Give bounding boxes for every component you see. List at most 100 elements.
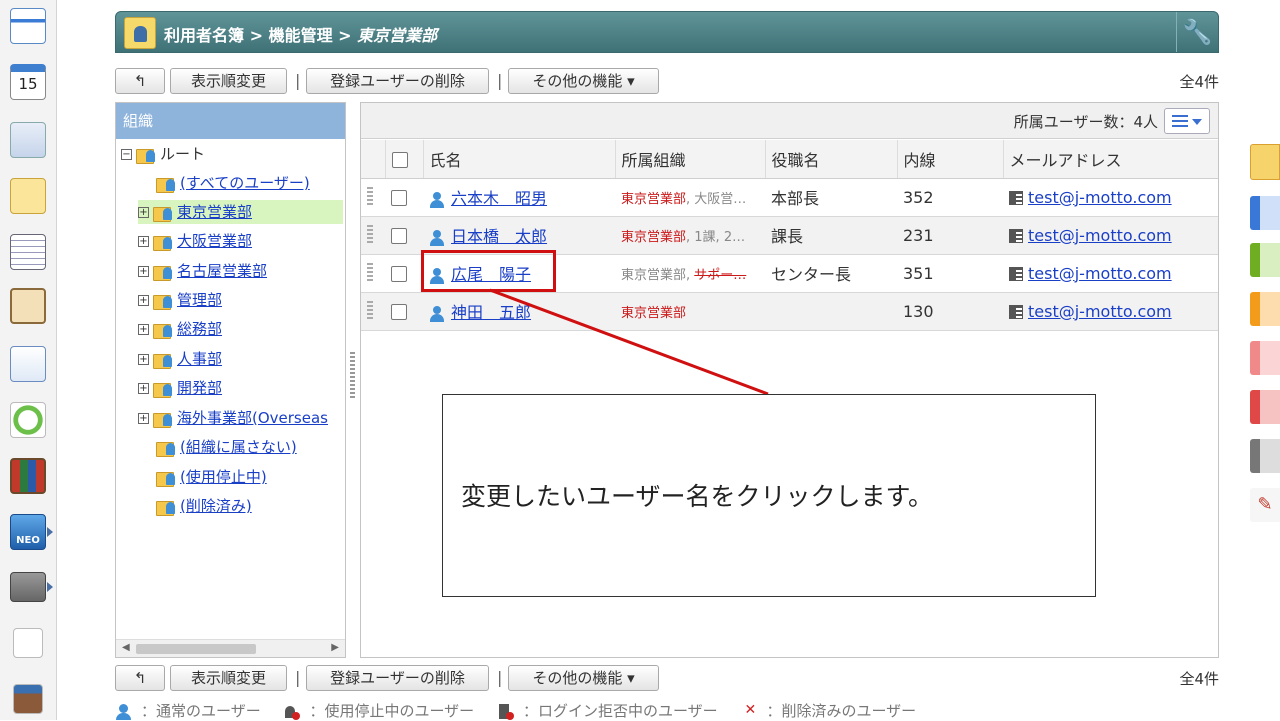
scroll-left-icon[interactable]: ◀: [122, 642, 130, 653]
pane-splitter[interactable]: [346, 102, 360, 658]
column-header-extension[interactable]: 内線: [897, 140, 1004, 179]
tree-item-suspended[interactable]: (使用停止中): [156, 465, 267, 489]
tree-item-label[interactable]: 人事部: [177, 350, 222, 368]
other-functions-button[interactable]: その他の機能 ▾: [508, 68, 659, 94]
folder-icon[interactable]: [10, 572, 46, 602]
tree-item-general-affairs[interactable]: + 総務部: [138, 317, 222, 341]
tree-item-label[interactable]: 管理部: [177, 291, 222, 309]
clipboard-icon[interactable]: [10, 288, 46, 324]
expand-icon[interactable]: +: [138, 295, 149, 306]
splitter-grip-icon[interactable]: [350, 352, 355, 400]
horizontal-scrollbar[interactable]: ◀ ▶: [116, 639, 345, 657]
expand-icon[interactable]: +: [138, 266, 149, 277]
app-banner-icon[interactable]: [13, 684, 43, 714]
search-doc-icon[interactable]: [10, 346, 46, 382]
column-header-email[interactable]: メールアドレス: [1003, 140, 1218, 179]
back-button[interactable]: ↰: [115, 68, 165, 94]
tree-item-label[interactable]: (組織に属さない): [180, 438, 297, 456]
expand-icon[interactable]: +: [138, 207, 149, 218]
expand-icon[interactable]: +: [138, 413, 149, 424]
tree-item-no-org[interactable]: (組織に属さない): [156, 435, 297, 459]
scrollbar-thumb[interactable]: [136, 644, 256, 654]
expand-arrow-icon[interactable]: [47, 527, 53, 537]
sync-icon[interactable]: [10, 402, 46, 438]
tree-item-label[interactable]: 大阪営業部: [177, 232, 252, 250]
tree-item-label[interactable]: 海外事業部(Overseas: [177, 409, 328, 427]
expand-icon[interactable]: +: [138, 383, 149, 394]
expand-arrow-icon[interactable]: [47, 582, 53, 592]
delete-users-button[interactable]: 登録ユーザーの削除: [306, 665, 489, 691]
reorder-button[interactable]: 表示順変更: [170, 665, 287, 691]
tree-item-deleted[interactable]: (削除済み): [156, 494, 252, 518]
tree-item-nagoya[interactable]: + 名古屋営業部: [138, 259, 267, 283]
row-checkbox[interactable]: [391, 266, 407, 282]
email-link[interactable]: test@j-motto.com: [1028, 302, 1172, 321]
board-icon[interactable]: [10, 234, 46, 270]
breadcrumb-root[interactable]: 利用者名簿: [164, 26, 244, 45]
expand-icon[interactable]: +: [138, 236, 149, 247]
column-header-name[interactable]: 氏名: [423, 140, 616, 179]
tree-item-tokyo[interactable]: + 東京営業部: [138, 200, 343, 224]
tree-item-dev[interactable]: + 開発部: [138, 376, 222, 400]
other-functions-button[interactable]: その他の機能 ▾: [508, 665, 659, 691]
app-logo-icon[interactable]: [13, 628, 43, 658]
column-header-org[interactable]: 所属組織: [615, 140, 766, 179]
row-checkbox[interactable]: [391, 304, 407, 320]
drag-handle-icon[interactable]: [367, 301, 373, 322]
breadcrumb-section[interactable]: 機能管理: [269, 26, 333, 45]
tree-item-label[interactable]: (削除済み): [180, 497, 252, 515]
expand-icon[interactable]: +: [138, 354, 149, 365]
dashboard-icon[interactable]: [10, 8, 46, 44]
collapse-icon[interactable]: −: [121, 149, 132, 160]
back-button[interactable]: ↰: [115, 665, 165, 691]
color-tab-gray[interactable]: [1250, 439, 1280, 473]
row-checkbox[interactable]: [391, 190, 407, 206]
view-mode-button[interactable]: [1164, 108, 1210, 134]
color-tab-orange[interactable]: [1250, 292, 1280, 326]
scroll-right-icon[interactable]: ▶: [331, 642, 339, 653]
color-tab-pink[interactable]: [1250, 341, 1280, 375]
color-tab-green[interactable]: [1250, 243, 1280, 277]
select-all-checkbox[interactable]: [391, 151, 408, 168]
expand-icon[interactable]: +: [138, 324, 149, 335]
tree-item-label[interactable]: 東京営業部: [177, 203, 252, 221]
email-link[interactable]: test@j-motto.com: [1028, 264, 1172, 283]
tree-item-admin[interactable]: + 管理部: [138, 288, 222, 312]
email-link[interactable]: test@j-motto.com: [1028, 226, 1172, 245]
app-dock: 15 NEO: [0, 0, 57, 720]
report-icon[interactable]: [10, 122, 46, 158]
tree-item-label[interactable]: (使用停止中): [180, 468, 267, 486]
tree-item-osaka[interactable]: + 大阪営業部: [138, 229, 252, 253]
memo-icon[interactable]: [10, 178, 46, 214]
tree-item-label[interactable]: (すべてのユーザー): [180, 174, 310, 192]
reorder-button[interactable]: 表示順変更: [170, 68, 287, 94]
color-tab-red[interactable]: [1250, 390, 1280, 424]
building-icon: [1009, 305, 1023, 319]
color-tab-blue[interactable]: [1250, 196, 1280, 230]
email-link[interactable]: test@j-motto.com: [1028, 188, 1172, 207]
wrench-icon[interactable]: 🔧: [1176, 12, 1218, 52]
pencil-icon[interactable]: ✎: [1250, 488, 1280, 522]
drag-handle-icon[interactable]: [367, 187, 373, 208]
neo-icon[interactable]: NEO: [10, 514, 46, 550]
row-checkbox[interactable]: [391, 228, 407, 244]
calendar-icon[interactable]: 15: [10, 64, 46, 100]
user-icon: [429, 229, 445, 246]
tree-item-label[interactable]: 総務部: [177, 320, 222, 338]
drag-handle-icon[interactable]: [367, 263, 373, 284]
tree-item-overseas[interactable]: + 海外事業部(Overseas: [138, 406, 328, 430]
user-name-link[interactable]: 日本橋 太郎: [451, 227, 547, 246]
column-header-title[interactable]: 役職名: [765, 140, 898, 179]
tree-item-label[interactable]: 開発部: [177, 379, 222, 397]
html5-icon[interactable]: [1250, 144, 1280, 180]
tree-root[interactable]: − ルート: [121, 142, 205, 166]
user-name-link[interactable]: 神田 五郎: [451, 303, 531, 322]
org-primary: 東京営業部: [621, 229, 687, 245]
drag-handle-icon[interactable]: [367, 225, 373, 246]
tree-item-hr[interactable]: + 人事部: [138, 347, 222, 371]
delete-users-button[interactable]: 登録ユーザーの削除: [306, 68, 489, 94]
tree-item-label[interactable]: 名古屋営業部: [177, 262, 267, 280]
user-name-link[interactable]: 六本木 昭男: [451, 189, 547, 208]
binder-icon[interactable]: [10, 458, 46, 494]
tree-item-all-users[interactable]: (すべてのユーザー): [156, 171, 310, 195]
